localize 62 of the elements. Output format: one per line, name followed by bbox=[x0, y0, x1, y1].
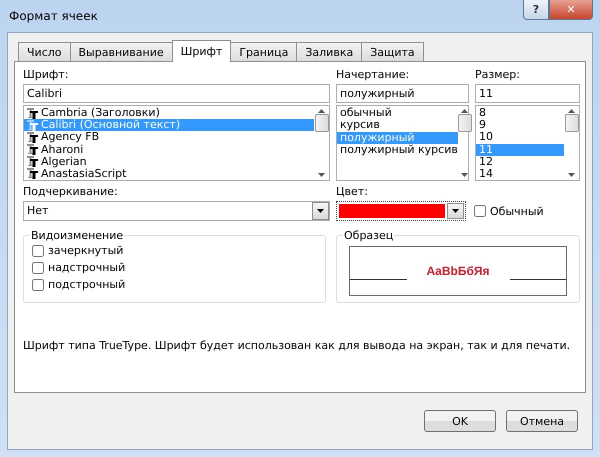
list-item[interactable]: полужирный курсив bbox=[337, 144, 458, 156]
input-field[interactable]: полужирный bbox=[336, 84, 469, 103]
field-label: Цвет: bbox=[336, 185, 369, 199]
sample-text: AaBbБбЯя bbox=[426, 264, 490, 278]
underline-dropdown[interactable]: Нет bbox=[23, 201, 330, 221]
truetype-icon bbox=[27, 120, 38, 131]
truetype-icon bbox=[27, 144, 38, 156]
list-item[interactable]: курсив bbox=[337, 119, 458, 132]
dialog-button[interactable]: OK bbox=[424, 410, 496, 432]
scroll-thumb[interactable] bbox=[564, 114, 578, 132]
window-title: Формат ячеек bbox=[8, 9, 98, 23]
checkbox[interactable] bbox=[474, 205, 486, 217]
truetype-icon bbox=[27, 156, 38, 168]
list-item[interactable]: Agency FB bbox=[24, 131, 314, 144]
tab[interactable]: Шрифт bbox=[172, 40, 232, 62]
tab[interactable]: Выравнивание bbox=[70, 42, 173, 61]
truetype-icon bbox=[27, 108, 38, 119]
checkbox[interactable] bbox=[32, 244, 44, 256]
list-item[interactable]: Algerian bbox=[24, 156, 314, 168]
list-item[interactable]: обычный bbox=[337, 107, 458, 120]
list-box[interactable]: Cambria (Заголовки) Calibri (Основной текст) Agency FB Aharoni Algerian AnastasiaScript bbox=[23, 105, 330, 181]
list-item[interactable]: 14 bbox=[476, 168, 564, 180]
scroll-down-icon[interactable] bbox=[318, 173, 325, 177]
list-box[interactable]: обычный курсив полужирный полужирный курсив bbox=[336, 105, 469, 181]
list-item[interactable]: 10 bbox=[476, 131, 564, 144]
field-label: Подчеркивание: bbox=[23, 185, 119, 199]
list-item[interactable]: 9 bbox=[476, 119, 564, 132]
scroll-thumb[interactable] bbox=[458, 114, 472, 132]
group-title: Видоизменение bbox=[30, 229, 124, 242]
checkbox[interactable] bbox=[32, 278, 44, 290]
list-item[interactable]: Cambria (Заголовки) bbox=[24, 107, 314, 120]
tab[interactable]: Граница bbox=[230, 42, 298, 61]
list-item[interactable]: AnastasiaScript bbox=[24, 168, 314, 180]
checkbox[interactable] bbox=[32, 262, 44, 274]
dialog-button[interactable]: Отмена bbox=[506, 410, 578, 432]
input-field[interactable]: 11 bbox=[475, 84, 580, 103]
checkbox-label: зачеркнутый bbox=[48, 244, 124, 257]
group-title: Образец bbox=[343, 229, 394, 242]
field-label: Шрифт: bbox=[23, 68, 70, 82]
list-item[interactable]: Aharoni bbox=[24, 144, 314, 156]
input-field[interactable]: Calibri bbox=[23, 84, 330, 103]
dropdown-arrow-icon bbox=[317, 209, 324, 213]
list-item[interactable]: 8 bbox=[476, 107, 564, 120]
help-button[interactable]: ? bbox=[523, 0, 549, 20]
checkbox-label: Обычный bbox=[490, 204, 544, 218]
list-box[interactable]: 8 9 10 11 12 14 bbox=[475, 105, 580, 181]
description-text: Шрифт типа TrueType. Шрифт будет использован как для вывода на экран, так и для печати. bbox=[23, 339, 572, 352]
color-dropdown[interactable] bbox=[336, 201, 466, 221]
list-item[interactable]: 12 bbox=[476, 156, 564, 168]
field-label: Начертание: bbox=[336, 68, 410, 82]
checkbox-label: подстрочный bbox=[48, 278, 126, 291]
dropdown-arrow-icon bbox=[452, 209, 459, 213]
scroll-down-icon[interactable] bbox=[461, 173, 468, 177]
tab[interactable]: Заливка bbox=[296, 42, 362, 61]
tab[interactable]: Защита bbox=[361, 42, 424, 61]
scroll-down-icon[interactable] bbox=[568, 173, 575, 177]
tab[interactable]: Число bbox=[18, 42, 70, 61]
scroll-thumb[interactable] bbox=[314, 114, 328, 132]
truetype-icon bbox=[27, 132, 38, 143]
checkbox-label: надстрочный bbox=[48, 261, 126, 274]
truetype-icon bbox=[27, 168, 38, 180]
field-label: Размер: bbox=[475, 68, 521, 82]
